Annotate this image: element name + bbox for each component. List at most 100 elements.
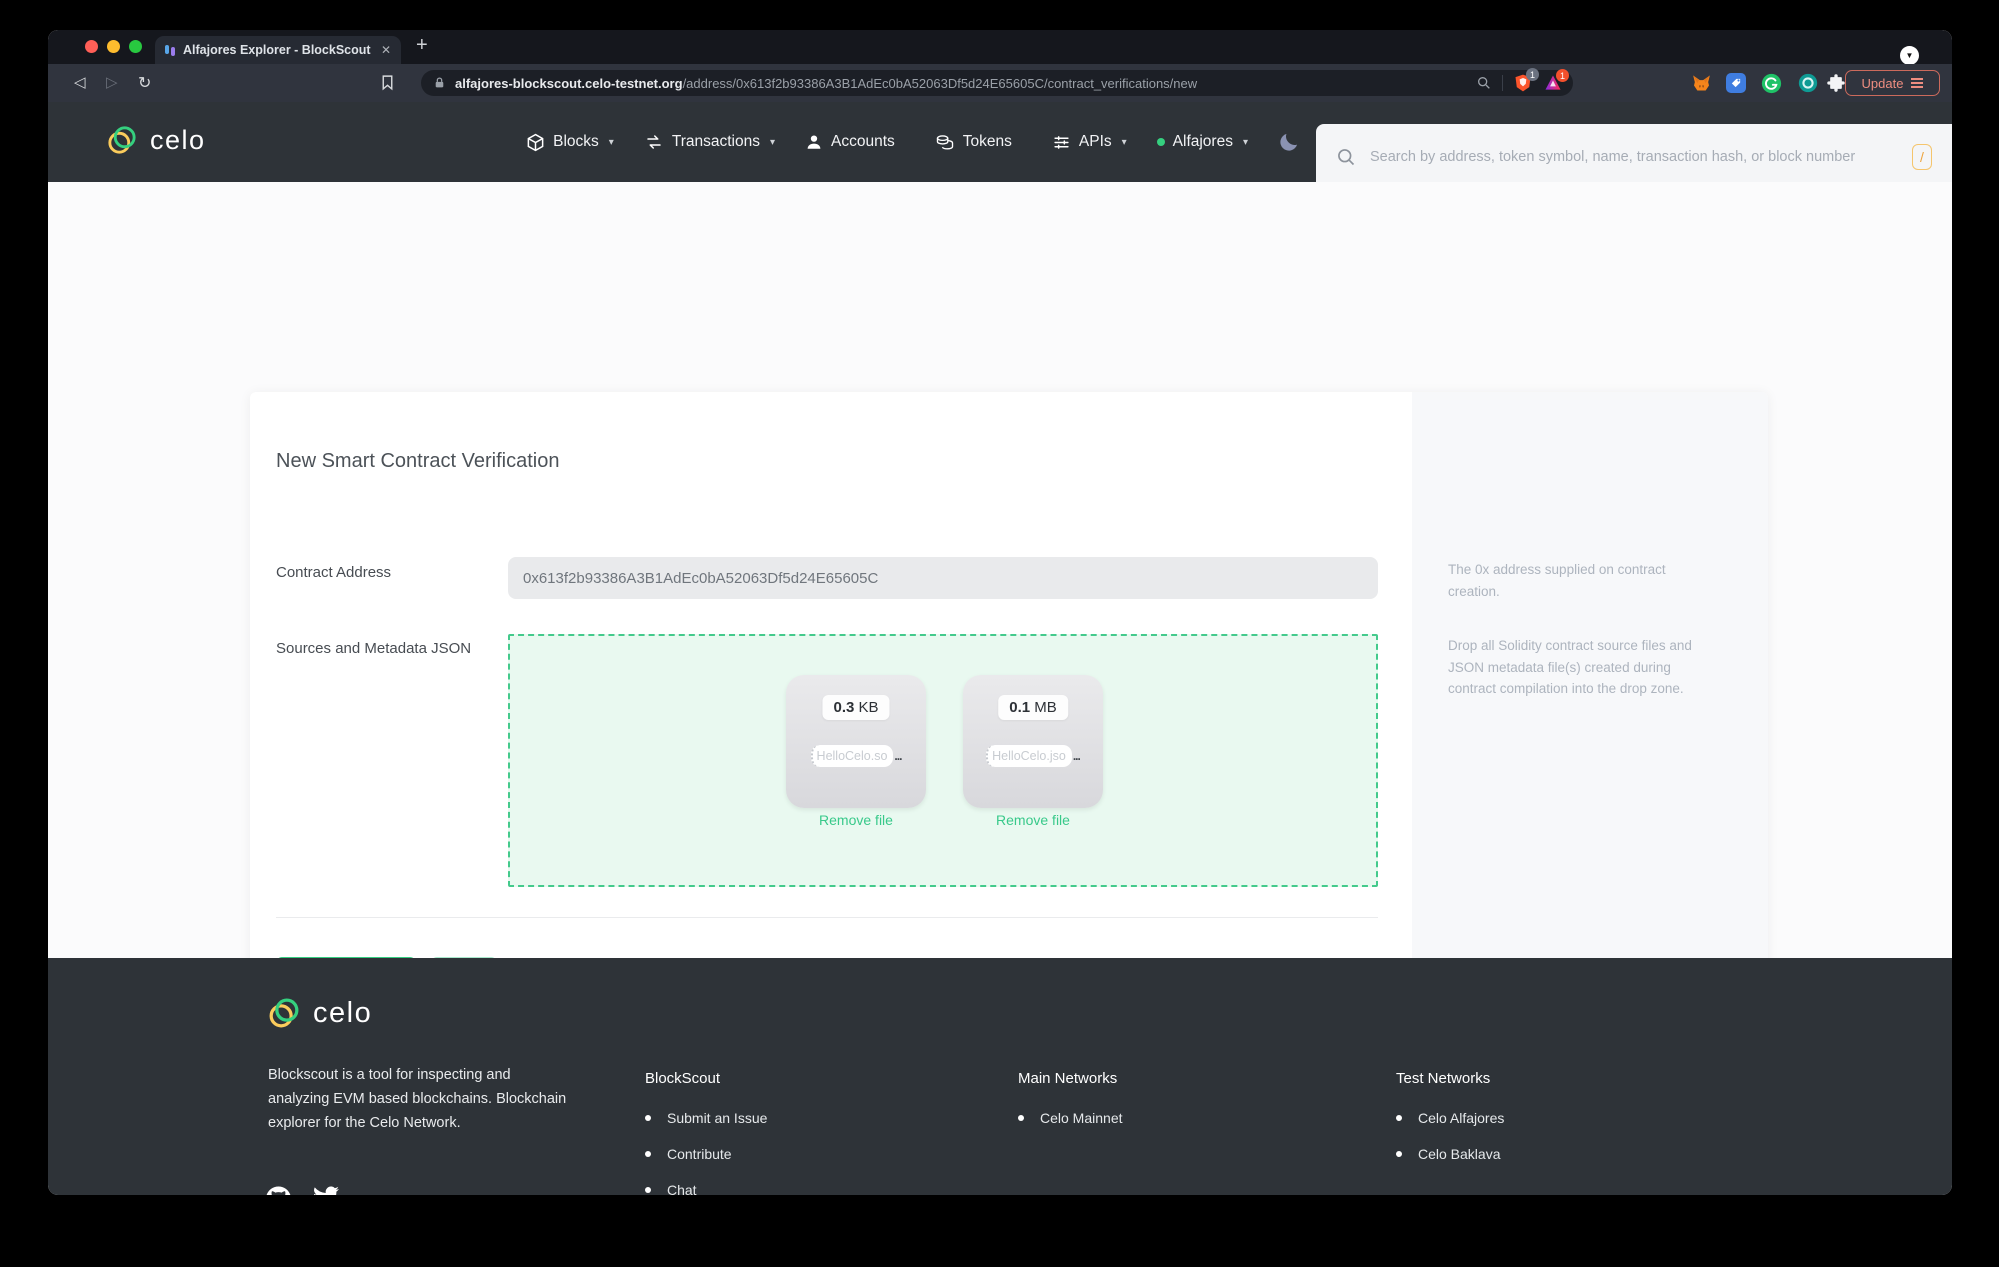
browser-toolbar: ◁ ▷ ↻ alfajores-blockscout.celo-testnet.… (48, 64, 1952, 102)
triangle-badge: 1 (1556, 69, 1569, 82)
tag-extension-icon[interactable] (1726, 73, 1746, 93)
uploaded-file-card: 0.3 KB HelloCelo.so ... (786, 675, 926, 808)
contract-address-input[interactable] (508, 557, 1378, 599)
titlebar: Alfajores Explorer - BlockScout ✕ + ▼ (48, 30, 1952, 65)
url-bar[interactable]: alfajores-blockscout.celo-testnet.org/ad… (421, 68, 1573, 96)
chevron-down-icon: ▾ (1121, 136, 1127, 148)
chevron-down-icon: ▾ (608, 136, 614, 148)
footer-heading-main-networks: Main Networks (1018, 1070, 1118, 1087)
network-status-dot (1156, 138, 1165, 146)
file-name-ellipsis: ... (1072, 749, 1081, 763)
footer-heading-test-networks: Test Networks (1396, 1070, 1491, 1087)
shield-badge: 1 (1526, 68, 1539, 81)
contract-address-label: Contract Address (276, 564, 392, 581)
brave-shield-icon[interactable]: 1 (1513, 68, 1539, 94)
browser-tab[interactable]: Alfajores Explorer - BlockScout ✕ (155, 36, 401, 64)
sources-label: Sources and Metadata JSON (276, 640, 472, 657)
footer-heading-blockscout: BlockScout (645, 1070, 721, 1087)
nav-menu: Blocks ▾ Transactions ▾ Accounts Tokens AP… (526, 102, 1300, 182)
url-path: /address/0x613f2b93386A3B1AdEc0bA52063Df… (682, 75, 1198, 91)
file-dropzone[interactable] (508, 634, 1378, 887)
verification-card: New Smart Contract Verification Contract… (250, 392, 1768, 1055)
transactions-icon (647, 135, 661, 149)
sources-help: Drop all Solidity contract source files … (1448, 638, 1692, 697)
twitter-icon[interactable] (313, 1186, 339, 1195)
chevron-down-icon: ▾ (769, 136, 775, 148)
dark-mode-toggle[interactable] (1278, 131, 1300, 153)
site-footer: celo Blockscout is a tool for inspecting… (48, 958, 1952, 1195)
url-domain: alfajores-blockscout.celo-testnet.org (455, 75, 683, 91)
new-tab-button[interactable]: + (416, 34, 428, 57)
footer-link[interactable]: Chat (645, 1182, 697, 1195)
footer-link[interactable]: Submit an Issue (645, 1110, 767, 1126)
metamask-extension-icon[interactable] (1691, 73, 1712, 93)
tab-close-icon[interactable]: ✕ (381, 43, 391, 57)
zoom-page-icon[interactable] (1476, 75, 1492, 91)
footer-link[interactable]: Celo Mainnet (1018, 1110, 1123, 1126)
contract-address-help: The 0x address supplied on contract crea… (1448, 562, 1666, 599)
sliders-icon (1054, 135, 1069, 149)
nav-item-blocks[interactable]: Blocks ▾ (526, 133, 614, 152)
footer-link[interactable]: Celo Baklava (1396, 1146, 1501, 1162)
celo-logo[interactable]: celo (104, 122, 206, 158)
section-divider (276, 917, 1378, 918)
remove-file-link[interactable]: Remove file (963, 812, 1103, 828)
page-background: New Smart Contract Verification Contract… (48, 182, 1952, 1055)
brand-wordmark: celo (150, 124, 206, 155)
search-bar: / (1316, 124, 1952, 190)
uploaded-file-card: 0.1 MB HelloCelo.jso ... (963, 675, 1103, 808)
adguard-triangle-icon[interactable]: 1 (1543, 69, 1569, 93)
remove-file-link[interactable]: Remove file (786, 812, 926, 828)
footer-link[interactable]: Celo Alfajores (1396, 1110, 1504, 1126)
search-input[interactable] (1370, 149, 1898, 165)
file-size-badge: 0.3 KB (822, 695, 890, 720)
update-browser-button[interactable]: Update (1845, 70, 1940, 96)
site-navbar: celo Blocks ▾ Transactions ▾ Accounts Toke… (48, 102, 1952, 190)
search-shortcut-badge: / (1912, 144, 1932, 170)
tab-search-button[interactable]: ▼ (1900, 46, 1919, 65)
file-name: HelloCelo.so (810, 745, 894, 767)
teal-extension-icon[interactable] (1798, 73, 1818, 93)
extensions-puzzle-icon[interactable] (1826, 73, 1846, 93)
footer-link[interactable]: Contribute (645, 1146, 732, 1162)
reload-button[interactable]: ↻ (138, 73, 151, 93)
update-label: Update (1861, 75, 1904, 91)
bullet-icon (1396, 1151, 1402, 1157)
toolbar-divider (1502, 75, 1503, 91)
menu-icon (1911, 76, 1924, 90)
nav-item-transactions[interactable]: Transactions ▾ (644, 133, 775, 151)
close-window-button[interactable] (85, 40, 98, 53)
footer-description: Blockscout is a tool for inspecting and … (268, 1067, 567, 1131)
browser-window: Alfajores Explorer - BlockScout ✕ + ▼ ◁ … (48, 30, 1952, 1195)
celo-rings-icon (269, 998, 299, 1028)
page-title: New Smart Contract Verification (276, 450, 560, 472)
network-selector[interactable]: Alfajores ▾ (1156, 133, 1248, 151)
chevron-down-icon: ▾ (1242, 136, 1248, 148)
file-name: HelloCelo.jso (986, 745, 1072, 767)
cube-icon (527, 133, 544, 151)
tab-title: Alfajores Explorer - BlockScout (183, 43, 371, 57)
minimize-window-button[interactable] (107, 40, 120, 53)
help-sidebar (1412, 392, 1768, 1055)
blockscout-favicon-icon (165, 44, 175, 56)
moon-icon (1280, 133, 1298, 151)
nav-item-apis[interactable]: APIs ▾ (1052, 133, 1127, 151)
nav-item-accounts[interactable]: Accounts (805, 133, 905, 151)
back-button[interactable]: ◁ (74, 73, 86, 91)
coins-icon (936, 134, 953, 150)
github-icon[interactable] (266, 1186, 291, 1195)
footer-brand-wordmark: celo (313, 996, 373, 1029)
forward-button[interactable]: ▷ (106, 73, 118, 91)
grammarly-extension-icon[interactable] (1761, 73, 1782, 94)
maximize-window-button[interactable] (129, 40, 142, 53)
file-name-ellipsis: ... (894, 749, 902, 763)
celo-rings-icon (108, 126, 136, 154)
bullet-icon (645, 1187, 651, 1193)
bullet-icon (1396, 1115, 1402, 1121)
person-icon (807, 135, 821, 149)
nav-item-tokens[interactable]: Tokens (935, 133, 1022, 152)
file-size-badge: 0.1 MB (998, 695, 1068, 720)
footer-celo-logo[interactable]: celo (265, 994, 372, 1032)
bookmark-icon[interactable] (379, 73, 396, 92)
bullet-icon (645, 1151, 651, 1157)
